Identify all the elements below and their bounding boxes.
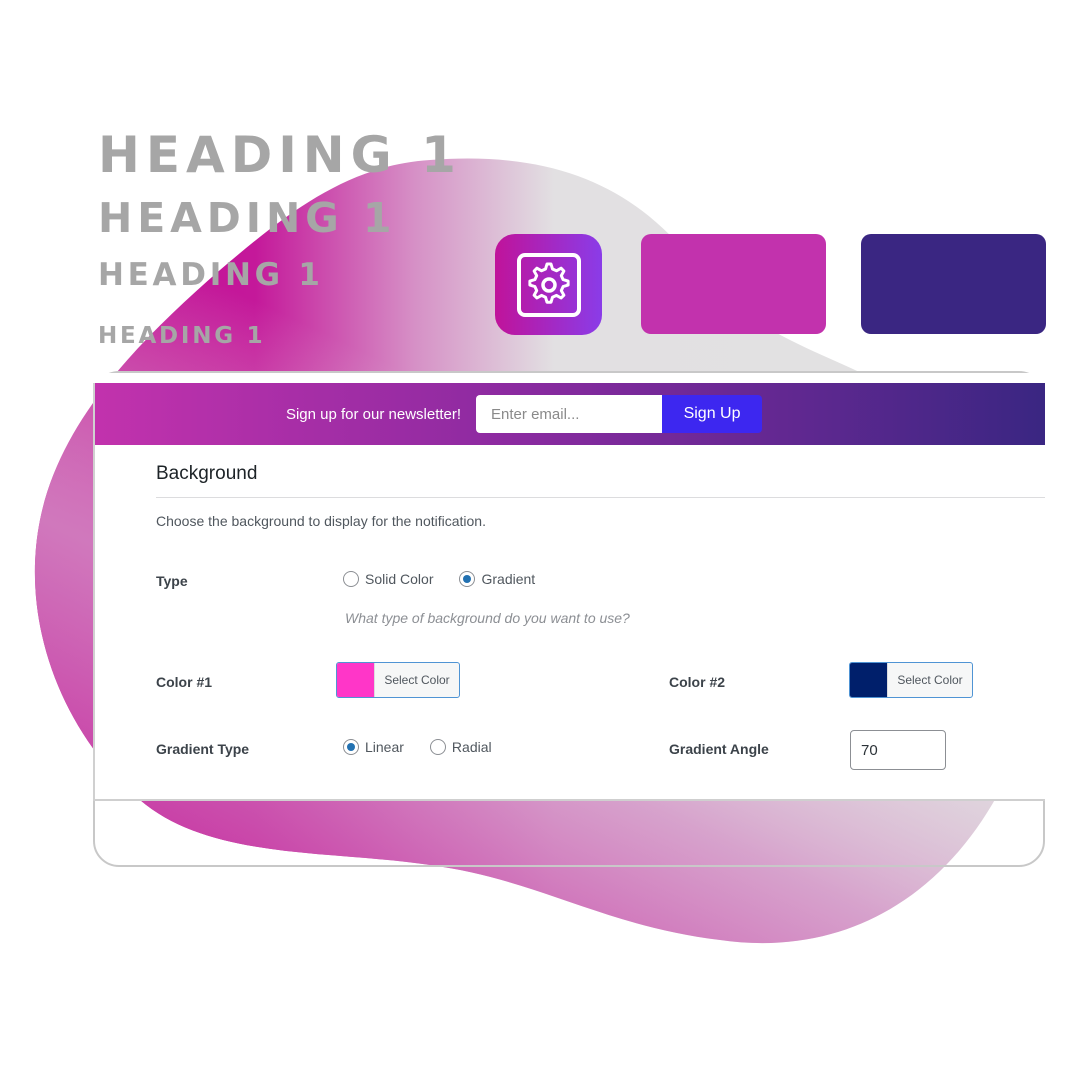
newsletter-text: Sign up for our newsletter!	[285, 405, 462, 423]
color-swatch-secondary	[861, 234, 1046, 334]
gradient-type-label: Gradient Type	[156, 741, 250, 757]
section-title: Background	[156, 463, 258, 484]
settings-app-icon	[495, 234, 602, 335]
select-color-button[interactable]: Select Color	[887, 663, 972, 697]
gradient-angle-label: Gradient Angle	[669, 741, 769, 757]
radio-indicator[interactable]	[343, 571, 359, 587]
color1-picker[interactable]: Select Color	[336, 662, 460, 698]
radio-indicator[interactable]	[343, 739, 359, 755]
radio-label: Linear	[365, 739, 404, 755]
radio-label: Solid Color	[365, 571, 434, 587]
radio-radial[interactable]: Radial	[429, 739, 492, 755]
heading-sample-md: HEADING 1	[98, 257, 324, 293]
color-swatch-primary	[641, 234, 826, 334]
radio-linear[interactable]: Linear	[343, 739, 404, 755]
select-color-button[interactable]: Select Color	[374, 663, 459, 697]
gear-icon	[516, 252, 581, 317]
heading-sample-sm: HEADING 1	[98, 323, 266, 349]
color2-preview[interactable]	[850, 663, 887, 697]
section-description: Choose the background to display for the…	[156, 513, 486, 529]
radio-label: Radial	[451, 739, 492, 755]
sign-up-button[interactable]: Sign Up	[662, 395, 763, 433]
newsletter-bar: Sign up for our newsletter! Sign Up	[95, 383, 1045, 445]
radio-solid-color[interactable]: Solid Color	[343, 571, 433, 587]
type-hint: What type of background do you want to u…	[345, 610, 630, 626]
radio-gradient[interactable]: Gradient	[459, 571, 535, 587]
type-radio-group: Solid Color Gradient	[343, 571, 561, 587]
radio-label: Gradient	[481, 571, 536, 587]
color2-picker[interactable]: Select Color	[849, 662, 973, 698]
gradient-type-radio-group: Linear Radial	[343, 739, 518, 755]
color2-label: Color #2	[669, 674, 726, 690]
radio-indicator[interactable]	[429, 739, 446, 755]
color1-preview[interactable]	[337, 663, 374, 697]
section-divider	[156, 497, 1045, 498]
email-input[interactable]	[476, 395, 663, 433]
gradient-angle-input[interactable]	[850, 730, 946, 770]
color1-label: Color #1	[156, 674, 213, 690]
heading-sample-xl: HEADING 1	[98, 126, 462, 184]
radio-indicator[interactable]	[459, 571, 476, 587]
settings-panel: Sign up for our newsletter! Sign Up Back…	[93, 383, 1045, 801]
type-label: Type	[156, 573, 188, 589]
heading-sample-lg: HEADING 1	[98, 194, 397, 242]
